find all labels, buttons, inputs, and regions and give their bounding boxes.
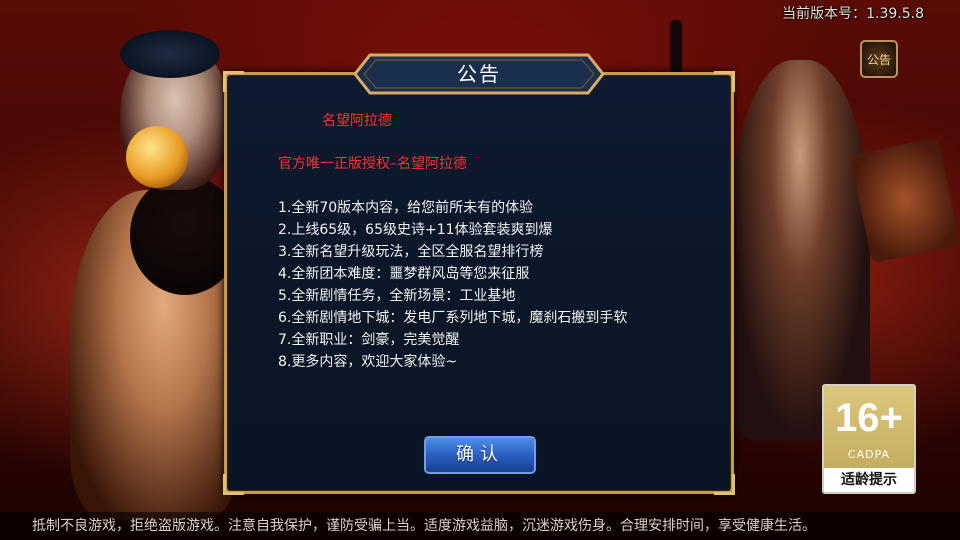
announcement-dialog <box>223 71 735 495</box>
announcement-subheadline: 官方唯一正版授权–名望阿拉德 <box>278 156 467 172</box>
notice-button-label: 公告 <box>866 52 891 67</box>
announcement-item: 7.全新职业：剑豪，完美觉醒 <box>278 332 460 348</box>
announcement-item: 5.全新剧情任务，全新场景：工业基地 <box>278 288 516 304</box>
character-art-left-hat <box>120 30 220 78</box>
notice-button[interactable]: 公告 <box>860 40 898 78</box>
age-rating-org: CADPA <box>847 448 891 461</box>
age-rating-caption: 适龄提示 <box>824 468 914 492</box>
health-notice-footer: 抵制不良游戏，拒绝盗版游戏。注意自我保护，谨防受骗上当。适度游戏益脑，沉迷游戏伤… <box>0 512 960 540</box>
age-rating-badge: 16+ CADPA 适龄提示 <box>822 384 916 494</box>
announcement-item: 6.全新剧情地下城：发电厂系列地下城，魔刹石搬到手软 <box>278 310 628 326</box>
announcement-item: 3.全新名望升级玩法，全区全服名望排行榜 <box>278 244 544 260</box>
character-art-orb <box>126 126 188 188</box>
announcement-item: 4.全新团本难度：噩梦群风岛等您来征服 <box>278 266 530 282</box>
announcement-headline: 名望阿拉德 <box>322 113 392 129</box>
dialog-title-plate: 公告 <box>352 52 606 96</box>
version-label: 当前版本号：1.39.5.8 <box>782 6 924 22</box>
announcement-item: 1.全新70版本内容，给您前所未有的体验 <box>278 200 534 216</box>
confirm-button[interactable]: 确认 <box>424 436 536 474</box>
announcement-item: 2.上线65级，65级史诗+11体验套装爽到爆 <box>278 222 553 238</box>
dialog-corner-ornament <box>223 71 244 92</box>
age-rating-number: 16+ <box>835 396 903 440</box>
dialog-corner-ornament <box>714 474 735 495</box>
character-art-right <box>730 60 870 440</box>
dialog-title: 公告 <box>457 62 501 86</box>
dialog-corner-ornament <box>223 474 244 495</box>
announcement-item: 8.更多内容，欢迎大家体验~ <box>278 354 458 370</box>
dialog-corner-ornament <box>714 71 735 92</box>
